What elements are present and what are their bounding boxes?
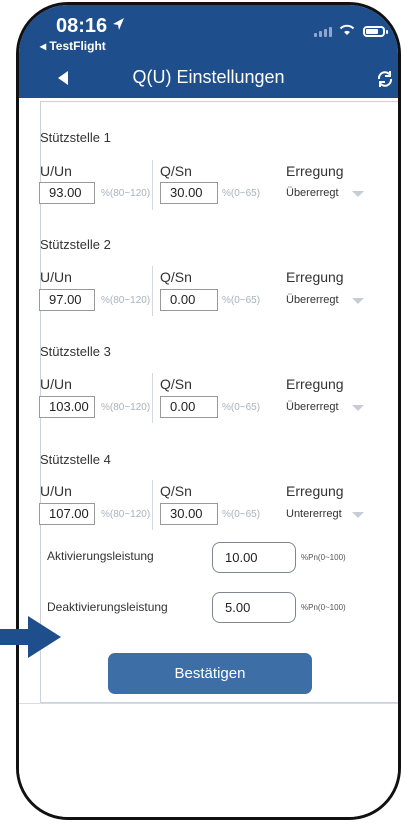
deactivation-unit: %Pn(0~100) bbox=[301, 603, 346, 612]
section-3-divider bbox=[152, 373, 153, 423]
section-4-u-input[interactable]: 107.00 bbox=[39, 503, 95, 525]
activation-input[interactable]: 10.00 bbox=[212, 542, 296, 573]
activation-unit: %Pn(0~100) bbox=[301, 553, 346, 562]
header-area: 08:16 ◂ TestFlight Q(U) Einstellungen bbox=[19, 5, 398, 98]
section-2-erregung-value: Übererregt bbox=[286, 294, 339, 306]
section-2-q-input[interactable]: 0.00 bbox=[160, 289, 218, 311]
section-4-e-label: Erregung bbox=[286, 483, 344, 499]
section-1-erregung-value: Übererregt bbox=[286, 187, 339, 199]
section-3-erregung-select[interactable]: Übererregt bbox=[286, 401, 366, 413]
deactivation-input[interactable]: 5.00 bbox=[212, 592, 296, 623]
section-3-erregung-value: Übererregt bbox=[286, 401, 339, 413]
section-3-q-label: Q/Sn bbox=[160, 376, 192, 392]
confirm-button[interactable]: Bestätigen bbox=[108, 653, 312, 694]
battery-icon bbox=[363, 26, 388, 37]
section-2-erregung-select[interactable]: Übererregt bbox=[286, 294, 366, 306]
chevron-down-icon bbox=[352, 405, 364, 411]
section-3-title: Stützstelle 3 bbox=[40, 344, 111, 359]
section-2-e-label: Erregung bbox=[286, 269, 344, 285]
section-1-erregung-select[interactable]: Übererregt bbox=[286, 187, 366, 199]
section-3-q-input[interactable]: 0.00 bbox=[160, 396, 218, 418]
activation-label: Aktivierungsleistung bbox=[47, 549, 154, 563]
location-arrow-icon bbox=[113, 18, 124, 30]
section-3-e-label: Erregung bbox=[286, 376, 344, 392]
status-time: 08:16 bbox=[56, 15, 108, 37]
section-4-title: Stützstelle 4 bbox=[40, 452, 111, 467]
section-2-u-label: U/Un bbox=[40, 269, 72, 285]
section-4-q-label: Q/Sn bbox=[160, 483, 192, 499]
page-title: Q(U) Einstellungen bbox=[132, 67, 285, 87]
section-4-erregung-value: Untererregt bbox=[286, 508, 342, 520]
chevron-down-icon bbox=[352, 512, 364, 518]
section-2-u-hint: %(80~120) bbox=[101, 295, 151, 306]
section-4-erregung-select[interactable]: Untererregt bbox=[286, 508, 366, 520]
section-4-u-hint: %(80~120) bbox=[101, 509, 151, 520]
section-2-title: Stützstelle 2 bbox=[40, 237, 111, 252]
section-1-u-hint: %(80~120) bbox=[101, 188, 151, 199]
section-3-u-label: U/Un bbox=[40, 376, 72, 392]
section-4-q-input[interactable]: 30.00 bbox=[160, 503, 218, 525]
signal-icon bbox=[314, 27, 332, 37]
pointer-arrow-icon bbox=[0, 616, 61, 658]
section-2-q-hint: %(0~65) bbox=[222, 295, 261, 306]
section-2-u-input[interactable]: 97.00 bbox=[39, 289, 95, 311]
deactivation-label: Deaktivierungsleistung bbox=[47, 600, 168, 614]
section-1-u-input[interactable]: 93.00 bbox=[39, 182, 95, 204]
section-4-u-label: U/Un bbox=[40, 483, 72, 499]
section-3-q-hint: %(0~65) bbox=[222, 402, 261, 413]
chevron-down-icon bbox=[352, 298, 364, 304]
section-3-u-input[interactable]: 103.00 bbox=[39, 396, 95, 418]
section-3-u-hint: %(80~120) bbox=[101, 402, 151, 413]
refresh-icon[interactable] bbox=[374, 68, 396, 90]
section-2-divider bbox=[152, 266, 153, 316]
bottom-empty-area bbox=[19, 703, 398, 817]
section-1-q-label: Q/Sn bbox=[160, 163, 192, 179]
section-1-q-input[interactable]: 30.00 bbox=[160, 182, 218, 204]
section-1-e-label: Erregung bbox=[286, 163, 344, 179]
section-2-q-label: Q/Sn bbox=[160, 269, 192, 285]
section-1-divider bbox=[152, 160, 153, 210]
section-1-title: Stützstelle 1 bbox=[40, 130, 111, 145]
back-to-testflight[interactable]: ◂ TestFlight bbox=[40, 39, 106, 53]
section-1-q-hint: %(0~65) bbox=[222, 188, 261, 199]
home-indicator bbox=[159, 817, 294, 820]
section-4-divider bbox=[152, 480, 153, 530]
section-4-q-hint: %(0~65) bbox=[222, 509, 261, 520]
section-1-u-label: U/Un bbox=[40, 163, 72, 179]
wifi-icon bbox=[339, 24, 355, 35]
chevron-down-icon bbox=[352, 191, 364, 197]
